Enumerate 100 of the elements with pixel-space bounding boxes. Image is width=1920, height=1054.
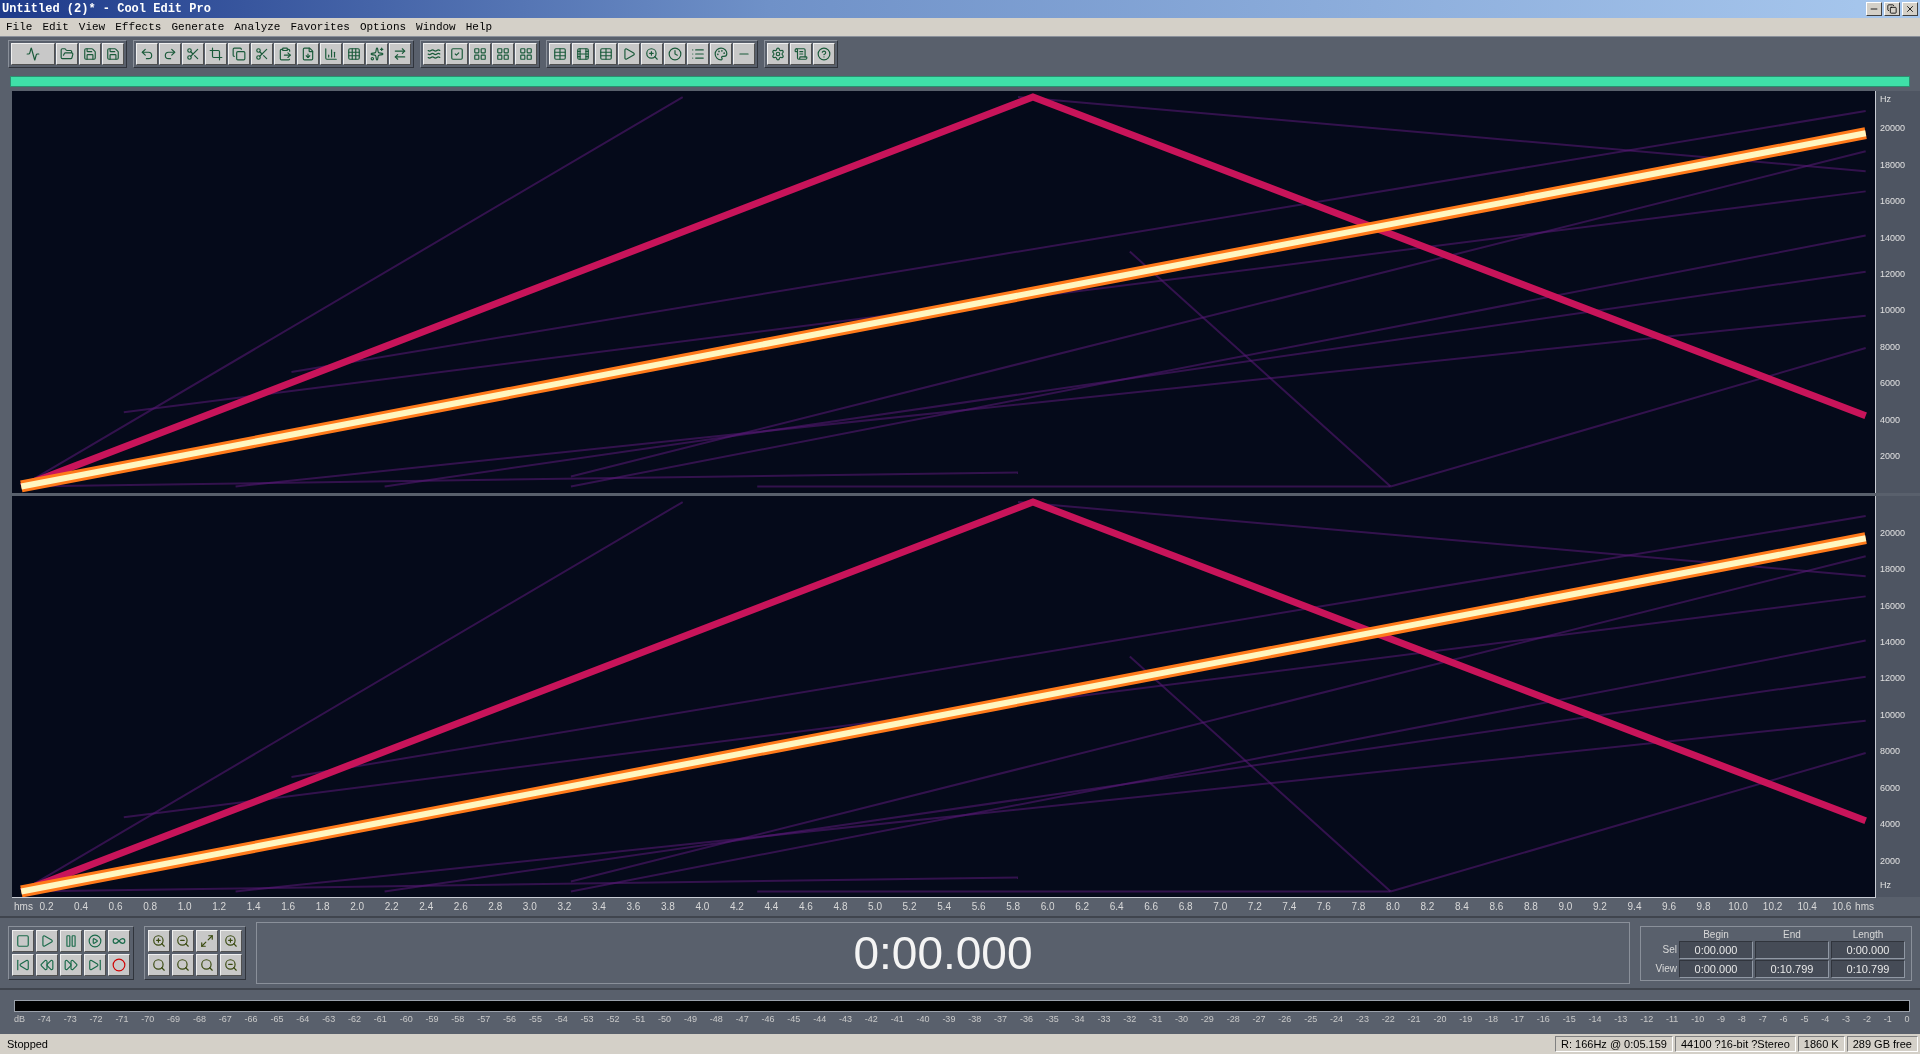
- toolbar-button[interactable]: [251, 43, 273, 65]
- toolbar-button[interactable]: [297, 43, 319, 65]
- time-label: 3.6: [626, 901, 641, 912]
- help-icon: [817, 47, 831, 61]
- meter-label: -43: [839, 1014, 852, 1024]
- toolbar-button[interactable]: [687, 43, 709, 65]
- toolbar-button[interactable]: [220, 954, 242, 976]
- toolbar-button[interactable]: [182, 43, 204, 65]
- toolbar-button[interactable]: [733, 43, 755, 65]
- toolbar-button[interactable]: [228, 43, 250, 65]
- toolbar-button[interactable]: [767, 43, 789, 65]
- meter-label: -73: [63, 1014, 77, 1024]
- meter-label: -67: [218, 1014, 232, 1024]
- menu-item[interactable]: Generate: [171, 21, 225, 33]
- toolbar-button[interactable]: [172, 930, 194, 952]
- overview-bar[interactable]: [10, 75, 1910, 87]
- menu-item[interactable]: Window: [416, 21, 456, 33]
- toolbar-button[interactable]: [148, 954, 170, 976]
- toolbar-button[interactable]: [595, 43, 617, 65]
- time-field[interactable]: 0:00.000: [1831, 940, 1905, 959]
- meter-label: -69: [167, 1014, 181, 1024]
- meter-label: -26: [1278, 1014, 1292, 1024]
- toolbar-button[interactable]: [572, 43, 594, 65]
- toolbar-button[interactable]: [813, 43, 835, 65]
- menu-item[interactable]: View: [78, 21, 106, 33]
- toolbar-button[interactable]: [366, 43, 388, 65]
- scissors-icon: [186, 47, 200, 61]
- toolbar-button[interactable]: [389, 43, 411, 65]
- toolbar-button[interactable]: [11, 43, 55, 65]
- frequency-label: 6000: [1880, 378, 1901, 389]
- menu-item[interactable]: Options: [359, 21, 407, 33]
- time-field[interactable]: 0:00.000: [1679, 940, 1753, 959]
- toolbar-button[interactable]: [108, 930, 130, 952]
- menu-item[interactable]: Analyze: [234, 21, 281, 33]
- toolbar-button[interactable]: [664, 43, 686, 65]
- toolbar-button[interactable]: [36, 930, 58, 952]
- toolbar-button[interactable]: [136, 43, 158, 65]
- film-icon: [576, 47, 590, 61]
- menu-item[interactable]: Help: [465, 21, 493, 33]
- toolbar-button[interactable]: [446, 43, 468, 65]
- toolbar-button[interactable]: [492, 43, 514, 65]
- toolbar-button[interactable]: [205, 43, 227, 65]
- time-label: 9.6: [1662, 901, 1676, 912]
- toolbar-button[interactable]: [220, 930, 242, 952]
- close-button[interactable]: [1902, 2, 1918, 16]
- toolbar-button[interactable]: [274, 43, 296, 65]
- frequency-label: 10000: [1880, 709, 1906, 720]
- toolbar-button[interactable]: [790, 43, 812, 65]
- toolbar-button[interactable]: [618, 43, 640, 65]
- toolbar-button[interactable]: [159, 43, 181, 65]
- menu-item[interactable]: Edit: [42, 21, 69, 33]
- time-label: 6.6: [1144, 901, 1159, 912]
- toolbar-button[interactable]: [320, 43, 342, 65]
- toolbar-button[interactable]: [60, 930, 82, 952]
- meter-label: -70: [141, 1014, 155, 1024]
- menu-item[interactable]: Favorites: [290, 21, 350, 33]
- toolbar-button[interactable]: [60, 954, 82, 976]
- toolbar-button[interactable]: [102, 43, 124, 65]
- toolbar-button[interactable]: [196, 930, 218, 952]
- toolbar-button[interactable]: [56, 43, 78, 65]
- time-label: 8.8: [1524, 901, 1538, 912]
- time-field[interactable]: [1755, 940, 1829, 959]
- menu-item[interactable]: Effects: [115, 21, 162, 33]
- toolbar-button[interactable]: [36, 954, 58, 976]
- toolbar-button[interactable]: [469, 43, 491, 65]
- toolbar-button[interactable]: [172, 954, 194, 976]
- toolbar-button[interactable]: [148, 930, 170, 952]
- column-header: End: [1782, 928, 1802, 940]
- time-field[interactable]: 0:10.799: [1831, 959, 1905, 978]
- toolbar-button[interactable]: [84, 954, 106, 976]
- toolbar-button[interactable]: [515, 43, 537, 65]
- toolbar-button[interactable]: [423, 43, 445, 65]
- time-field[interactable]: 0:10.799: [1755, 959, 1829, 978]
- meter-label: -4: [1821, 1014, 1830, 1024]
- restore-button[interactable]: [1884, 2, 1900, 16]
- play-circle-icon: [88, 934, 102, 948]
- time-label: 10.4: [1797, 901, 1817, 912]
- meter-label: -59: [425, 1014, 439, 1024]
- meter-label: -8: [1737, 1014, 1746, 1024]
- toolbar-button[interactable]: [12, 954, 34, 976]
- toolbar-button[interactable]: [79, 43, 101, 65]
- toolbar-button[interactable]: [710, 43, 732, 65]
- meter-label: -45: [787, 1014, 801, 1024]
- zoom-out-icon: [176, 934, 190, 948]
- bar-chart-icon: [324, 47, 338, 61]
- toolbar-button[interactable]: [196, 954, 218, 976]
- toolbar-button[interactable]: [641, 43, 663, 65]
- meter-label: -74: [37, 1014, 51, 1024]
- toolbar-button[interactable]: [549, 43, 571, 65]
- time-field[interactable]: 0:00.000: [1679, 959, 1753, 978]
- toolbar-button[interactable]: [12, 930, 34, 952]
- time-label: 0.4: [74, 901, 88, 912]
- waveform-icon: [26, 47, 40, 61]
- minimize-button[interactable]: [1866, 2, 1882, 16]
- row-label: Sel: [1661, 944, 1677, 955]
- time-label: 3.0: [522, 901, 537, 912]
- toolbar-button[interactable]: [343, 43, 365, 65]
- toolbar-button[interactable]: [108, 954, 130, 976]
- toolbar-button[interactable]: [84, 930, 106, 952]
- menu-item[interactable]: File: [6, 21, 33, 33]
